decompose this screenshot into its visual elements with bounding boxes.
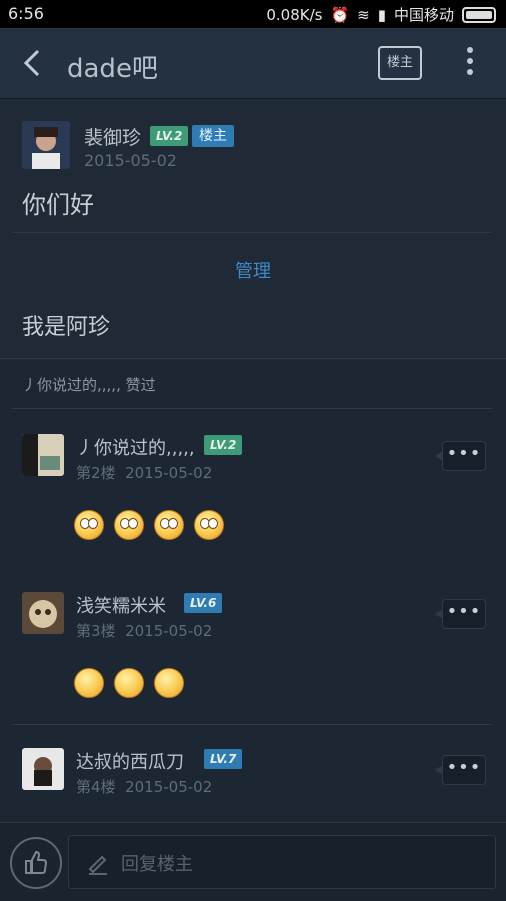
level-badge: LV.6 [184, 593, 223, 613]
like-button[interactable] [10, 837, 62, 889]
more-options-button[interactable]: ••• [435, 755, 486, 785]
back-arrow-icon[interactable] [22, 48, 42, 78]
post-text-2: 我是阿珍 [22, 315, 111, 340]
more-vertical-icon[interactable] [462, 44, 478, 80]
divider [12, 408, 492, 409]
status-right: 0.08K/s ⏰ ≋ ▮ 中国移动 [266, 4, 496, 25]
smile-face-icon [154, 668, 184, 698]
divider [12, 232, 492, 233]
list-item: 达叔的西瓜刀 LV.7 第4楼 2015-05-02 ••• [0, 724, 506, 822]
post-date: 2015-05-02 [84, 151, 177, 170]
battery-icon [462, 6, 496, 23]
level-badge: LV.2 [204, 435, 243, 455]
floor-info: 第3楼 2015-05-02 [76, 622, 213, 640]
signal-icon: ▮ [377, 5, 386, 24]
status-time: 6:56 [8, 4, 44, 23]
list-item: 浅笑糯米米 LV.6 第3楼 2015-05-02 ••• [0, 568, 506, 718]
level-badge: LV.7 [204, 749, 243, 769]
page-title: dade吧 [67, 54, 158, 84]
thumbs-up-icon [25, 850, 48, 874]
manage-link[interactable]: 管理 [0, 257, 506, 283]
shocked-face-icon [194, 510, 224, 540]
top-bar: dade吧 楼主 [0, 28, 506, 99]
bottom-bar: 回复楼主 [0, 822, 506, 901]
list-item: 丿你说过的,,,,, LV.2 第2楼 2015-05-02 ••• [0, 410, 506, 560]
divider [0, 358, 506, 359]
reply-placeholder: 回复楼主 [121, 854, 193, 875]
reply-username[interactable]: 浅笑糯米米 [76, 592, 166, 618]
host-badge: 楼主 [192, 125, 234, 147]
floor-info: 第4楼 2015-05-02 [76, 778, 213, 796]
reply-username[interactable]: 达叔的西瓜刀 [76, 748, 184, 774]
only-host-button[interactable]: 楼主 [378, 46, 422, 80]
original-post: 裴御珍 LV.2 楼主 2015-05-02 你们好 管理 我是阿珍 [0, 99, 506, 357]
more-options-button[interactable]: ••• [435, 599, 486, 629]
shocked-face-icon [114, 510, 144, 540]
alarm-icon: ⏰ [330, 5, 350, 24]
carrier: 中国移动 [393, 6, 454, 24]
smile-face-icon [74, 668, 104, 698]
avatar[interactable] [22, 121, 70, 169]
post-text: 你们好 [22, 191, 94, 219]
shocked-face-icon [154, 510, 184, 540]
smile-face-icon [114, 668, 144, 698]
pencil-icon [88, 855, 107, 875]
avatar[interactable] [22, 434, 64, 476]
more-options-button[interactable]: ••• [435, 441, 486, 471]
level-badge: LV.2 [150, 126, 189, 146]
wifi-icon: ≋ [357, 5, 370, 24]
shocked-face-icon [74, 510, 104, 540]
reply-input[interactable]: 回复楼主 [68, 835, 496, 889]
op-username[interactable]: 裴御珍 [84, 123, 141, 150]
avatar[interactable] [22, 748, 64, 790]
status-bar: 6:56 0.08K/s ⏰ ≋ ▮ 中国移动 [0, 0, 506, 28]
emoji-row [74, 510, 224, 540]
floor-info: 第2楼 2015-05-02 [76, 464, 213, 482]
reply-username[interactable]: 丿你说过的,,,,, [76, 434, 195, 460]
avatar[interactable] [22, 592, 64, 634]
emoji-row [74, 668, 184, 698]
liked-by-text: 丿你说过的,,,,, 赞过 [22, 376, 156, 394]
net-speed: 0.08K/s [266, 5, 323, 24]
